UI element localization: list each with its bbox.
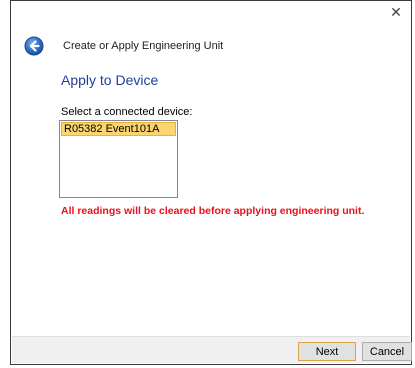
- back-arrow-icon: [24, 36, 44, 56]
- device-list-item[interactable]: R05382 Event101A: [61, 122, 176, 136]
- cancel-button[interactable]: Cancel: [362, 342, 412, 361]
- warning-message: All readings will be cleared before appl…: [61, 205, 365, 217]
- device-listbox[interactable]: R05382 Event101A: [59, 120, 178, 198]
- wizard-dialog: ✕ Create or Apply Engineering Unit Apply…: [10, 0, 412, 365]
- next-button[interactable]: Next: [298, 342, 356, 361]
- close-icon: ✕: [390, 4, 402, 20]
- wizard-title: Create or Apply Engineering Unit: [63, 40, 224, 52]
- device-list-label: Select a connected device:: [61, 106, 193, 118]
- page-heading: Apply to Device: [61, 72, 159, 88]
- back-button[interactable]: [24, 36, 44, 56]
- close-button[interactable]: ✕: [385, 3, 407, 21]
- button-bar: Next Cancel: [12, 336, 412, 363]
